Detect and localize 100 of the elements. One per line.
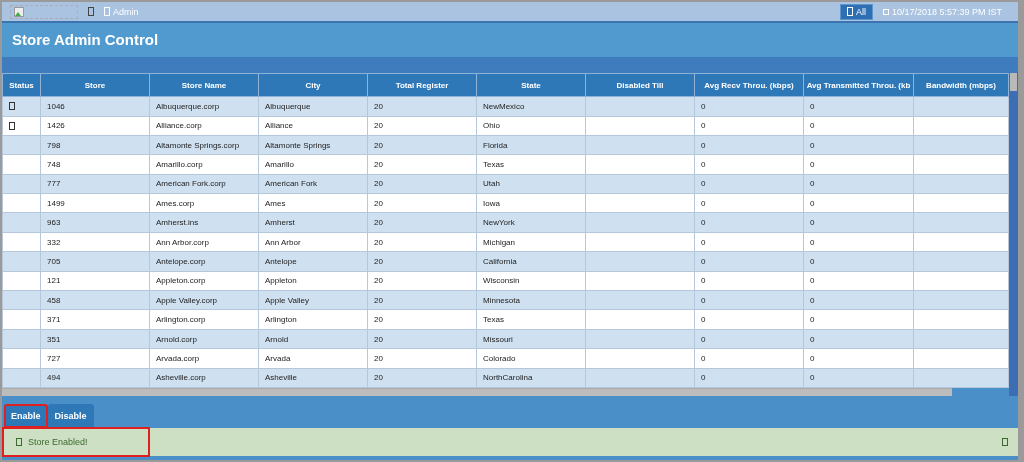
table-cell: 1046	[47, 101, 65, 111]
table-cell: 494	[47, 373, 61, 383]
table-cell: 0	[701, 315, 706, 325]
table-cell: 0	[810, 237, 815, 247]
column-header[interactable]: Status	[2, 73, 41, 97]
table-cell: 0	[810, 373, 815, 383]
table-cell: 0	[810, 101, 815, 111]
table-cell: 0	[810, 276, 815, 286]
column-header[interactable]: City	[258, 73, 368, 97]
table-cell: Ohio	[483, 121, 500, 131]
table-cell: Ann Arbor.corp	[156, 237, 209, 247]
column-header[interactable]: Total Register	[367, 73, 477, 97]
table-cell: 0	[810, 218, 815, 228]
table-cell: 777	[47, 179, 61, 189]
column-header[interactable]: Store	[40, 73, 150, 97]
table-cell: 0	[810, 295, 815, 305]
table-cell: Arlington.corp	[156, 315, 206, 325]
table-cell: 0	[701, 140, 706, 150]
filter-button[interactable]: All	[839, 3, 873, 20]
table-cell: Amarillo	[265, 160, 294, 169]
table-cell: Amarillo.corp	[156, 160, 203, 169]
table-cell: 0	[701, 353, 706, 363]
device-icon	[846, 7, 853, 17]
table-cell: 351	[47, 334, 61, 344]
table-cell: Appleton	[265, 276, 297, 286]
table-cell: 0	[810, 198, 815, 208]
table-cell: 20	[374, 295, 383, 305]
table-cell: 458	[47, 295, 61, 305]
table-cell: 371	[47, 315, 61, 325]
device-icon	[88, 7, 94, 17]
table-cell: 20	[374, 121, 383, 131]
disable-button[interactable]: Disable	[47, 404, 94, 428]
table-cell: Florida	[483, 140, 508, 150]
table-cell: Albuquerque.corp	[156, 101, 220, 111]
column-header[interactable]: Bandwidth (mbps)	[913, 73, 1009, 97]
column-header[interactable]: State	[476, 73, 586, 97]
table-cell: 0	[701, 101, 706, 111]
enable-button[interactable]: Enable	[4, 404, 48, 428]
table-cell: 0	[701, 295, 706, 305]
table-cell: 0	[701, 256, 706, 266]
table-cell: 20	[374, 353, 383, 363]
table-cell: 20	[374, 198, 383, 208]
horizontal-scrollbar[interactable]	[2, 388, 952, 396]
table-cell: NorthCarolina	[483, 373, 533, 383]
table-cell: 332	[47, 237, 61, 247]
table-cell: Minnesota	[483, 295, 520, 305]
table-cell: 20	[374, 315, 383, 325]
table-cell: 0	[701, 121, 706, 131]
table-cell: 0	[810, 353, 815, 363]
table-cell: Amherst.ins	[156, 218, 199, 228]
table-cell: 0	[810, 179, 815, 189]
column-header[interactable]: Store Name	[149, 73, 259, 97]
table-cell: 20	[374, 237, 383, 247]
table-cell: 0	[701, 237, 706, 247]
table-cell: 798	[47, 140, 61, 150]
table-cell: Michigan	[483, 237, 515, 247]
table-cell: Missouri	[483, 334, 513, 344]
table-cell: Amherst	[265, 218, 295, 228]
table-cell: Utah	[483, 179, 500, 189]
table-cell: Wisconsin	[483, 276, 520, 286]
table-cell: NewYork	[483, 218, 515, 228]
table-cell: Apple Valley.corp	[156, 295, 218, 305]
table-cell: 121	[47, 276, 61, 286]
table-cell: 1426	[47, 121, 65, 131]
table-cell: Arvada.corp	[156, 353, 200, 363]
column-header[interactable]: Avg Recv Throu. (kbps)	[694, 73, 804, 97]
table-cell: 0	[810, 140, 815, 150]
table-cell: American Fork.corp	[156, 179, 226, 189]
column-header[interactable]: Disabled Till	[585, 73, 695, 97]
table-cell: Asheville.corp	[156, 373, 206, 383]
table-cell: Ann Arbor	[265, 237, 301, 247]
column-header[interactable]: Avg Transmitted Throu. (kb	[803, 73, 914, 97]
page-title: Store Admin Control	[12, 31, 159, 49]
table-cell: American Fork	[265, 179, 317, 189]
table-cell: 20	[374, 140, 383, 150]
table-cell: Antelope.corp	[156, 256, 206, 266]
table-cell: Altamonte Springs.corp	[156, 140, 240, 150]
vertical-scrollbar[interactable]	[1009, 73, 1018, 396]
table-cell: Ames.corp	[156, 198, 195, 208]
table-cell: Alliance	[265, 121, 293, 131]
table-cell: 0	[701, 373, 706, 383]
table-cell: Arvada	[265, 353, 291, 363]
table-cell: 20	[374, 179, 383, 189]
broken-image-icon	[10, 4, 78, 19]
table-cell: Texas	[483, 315, 504, 325]
table-cell: 0	[701, 334, 706, 344]
table-cell: Ames	[265, 198, 286, 208]
table-cell: California	[483, 256, 517, 266]
table-cell: Arlington	[265, 315, 297, 325]
table-cell: Altamonte Springs	[265, 140, 331, 150]
table-cell: Colorado	[483, 353, 516, 363]
table-cell: 0	[701, 179, 706, 189]
table-cell: Albuquerque	[265, 101, 311, 111]
status-message: Store Enabled!	[28, 437, 88, 447]
user-name: Admin	[113, 6, 139, 17]
table-cell: 20	[374, 256, 383, 266]
table-cell: 20	[374, 160, 383, 169]
table-cell: Iowa	[483, 198, 500, 208]
status-icon	[9, 102, 15, 111]
table-cell: Antelope	[265, 256, 297, 266]
